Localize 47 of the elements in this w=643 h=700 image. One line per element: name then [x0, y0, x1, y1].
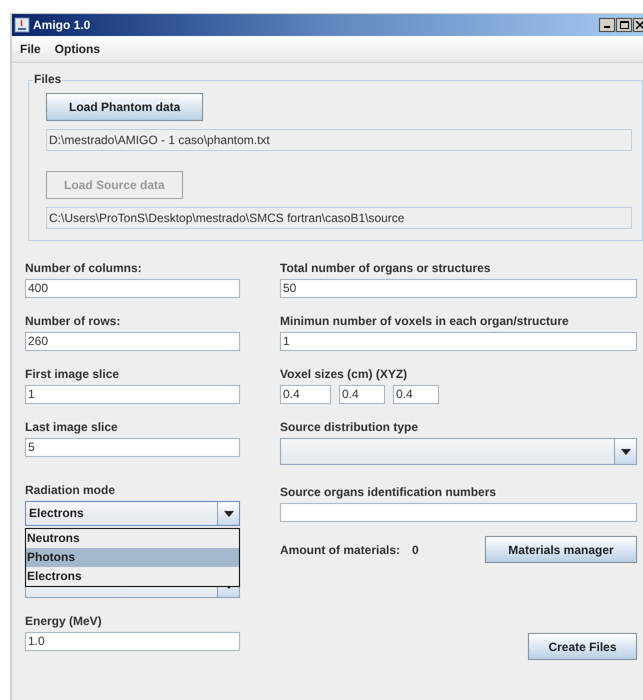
field-label: Number of columns: — [25, 261, 143, 275]
path-field: D:\mestrado\AMIGO - 1 caso\phantom.txt — [46, 129, 632, 151]
input-field[interactable]: 0.4 — [339, 385, 385, 404]
dropdown-option[interactable]: Neutrons — [26, 529, 239, 548]
input-field[interactable]: 1 — [25, 385, 240, 404]
caret-icon — [620, 448, 630, 454]
field-label: Minimun number of voxels in each organ/structure — [280, 314, 570, 328]
caret-icon — [224, 510, 234, 516]
menu-item[interactable]: File — [20, 40, 41, 58]
materials-count-label: Amount of materials: — [280, 542, 400, 558]
combo-value: Electrons — [29, 506, 84, 520]
input-field[interactable]: 1 — [280, 332, 637, 351]
input-field[interactable] — [280, 503, 637, 522]
maximize-button[interactable] — [616, 18, 632, 32]
input-field[interactable]: 1.0 — [25, 632, 240, 651]
field-label: Radiation mode — [25, 483, 116, 497]
field-label: Voxel sizes (cm) (XYZ) — [280, 367, 408, 381]
dropdown-option[interactable]: Electrons — [26, 567, 239, 586]
window-title: Amigo 1.0 — [33, 17, 92, 34]
input-field[interactable]: 260 — [25, 332, 240, 351]
path-field: C:\Users\ProTonS\Desktop\mestrado\SMCS fortran\casoB1\source — [46, 207, 632, 229]
materials-count: 0 — [412, 542, 420, 558]
close-button[interactable] — [633, 18, 643, 32]
minimize-button[interactable] — [599, 18, 615, 32]
app-icon — [14, 17, 30, 33]
input-field[interactable]: 5 — [25, 438, 240, 457]
menu-item[interactable]: Options — [54, 40, 100, 58]
create-files-button[interactable]: Create Files — [528, 633, 637, 660]
close-icon — [636, 21, 643, 29]
field-label: Number of rows: — [25, 314, 122, 328]
combo-box[interactable]: Electrons — [25, 501, 240, 526]
field-label: Total number of organs or structures — [280, 261, 492, 275]
field-label: Source organs identification numbers — [280, 485, 498, 499]
load-button[interactable]: Load Phantom data — [46, 93, 204, 121]
group-title: Files — [33, 72, 62, 86]
field-label: Energy (MeV) — [25, 614, 103, 628]
input-field[interactable]: 400 — [25, 279, 240, 298]
field-label: Last image slice — [25, 420, 119, 434]
dropdown-button[interactable] — [217, 502, 239, 525]
field-label: Source distribution type — [280, 420, 420, 434]
dropdown-option[interactable]: Photons — [26, 548, 239, 567]
field-label: First image slice — [25, 367, 120, 381]
input-field[interactable]: 0.4 — [280, 385, 331, 404]
input-field[interactable]: 0.4 — [393, 385, 439, 404]
materials-manager-button[interactable]: Materials manager — [485, 536, 637, 563]
dropdown-button[interactable] — [614, 439, 636, 464]
input-field[interactable]: 50 — [280, 279, 637, 298]
